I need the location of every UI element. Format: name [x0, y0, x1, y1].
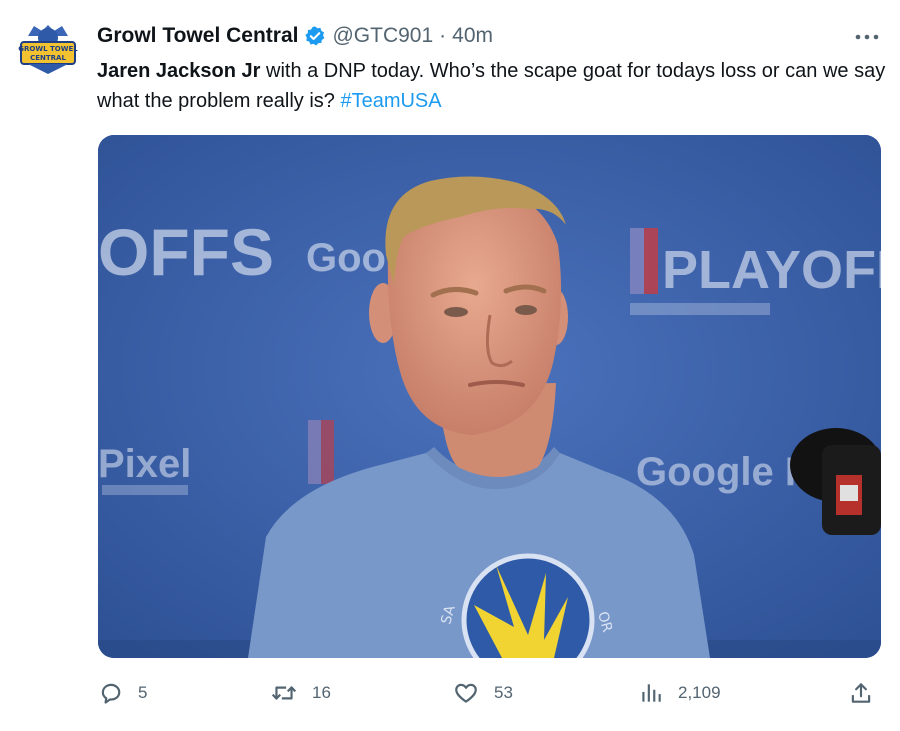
- more-horizontal-icon: [855, 34, 879, 40]
- tweet-header: Growl Towel Central @GTC901 · 40m: [97, 22, 493, 50]
- like-button[interactable]: 53: [452, 676, 513, 710]
- reply-button[interactable]: 5: [98, 676, 147, 710]
- heart-icon: [455, 683, 477, 703]
- user-handle[interactable]: @GTC901: [332, 24, 433, 48]
- like-count: 53: [494, 683, 513, 702]
- backdrop-text-pixel: Pixel: [98, 442, 191, 486]
- reply-count: 5: [138, 683, 148, 702]
- tweet-actions-bar: 5 16 53 2,109: [0, 676, 900, 710]
- backdrop-text-goog: Goo: [306, 236, 386, 280]
- tweet-card[interactable]: GROWL TOWEL CENTRAL Growl Towel Central …: [0, 0, 900, 731]
- backdrop-text-playoffs: PLAYOFFS: [662, 240, 881, 300]
- retweet-button[interactable]: 16: [270, 676, 331, 710]
- avatar[interactable]: GROWL TOWEL CENTRAL: [18, 22, 78, 78]
- views-count: 2,109: [678, 683, 721, 702]
- views-analytics-icon: [642, 684, 661, 702]
- display-name[interactable]: Growl Towel Central: [97, 24, 298, 48]
- timestamp[interactable]: 40m: [452, 24, 493, 48]
- retweet-icon: [271, 686, 297, 700]
- avatar-logo-icon: GROWL TOWEL CENTRAL: [18, 25, 78, 74]
- retweet-count: 16: [312, 683, 331, 702]
- press-conference-photo: OFFS Goo PLAYOFFS Pixel Google Pi SA OR: [98, 135, 881, 658]
- tweet-media-image[interactable]: OFFS Goo PLAYOFFS Pixel Google Pi SA OR: [98, 135, 881, 658]
- svg-text:CENTRAL: CENTRAL: [30, 54, 66, 62]
- share-icon: [851, 683, 871, 703]
- backdrop-text-left: OFFS: [98, 215, 274, 289]
- views-button[interactable]: 2,109: [638, 676, 721, 710]
- hashtag-link[interactable]: #TeamUSA: [340, 90, 441, 112]
- reply-icon: [101, 683, 121, 704]
- share-button[interactable]: [848, 676, 874, 710]
- tweet-text-bold: Jaren Jackson Jr: [97, 60, 261, 82]
- tweet-text: Jaren Jackson Jr with a DNP today. Who’s…: [97, 56, 887, 116]
- verified-badge-icon: [304, 25, 326, 47]
- more-options-button[interactable]: [852, 30, 882, 42]
- svg-text:GROWL TOWEL: GROWL TOWEL: [18, 45, 78, 53]
- separator-dot: ·: [439, 24, 447, 47]
